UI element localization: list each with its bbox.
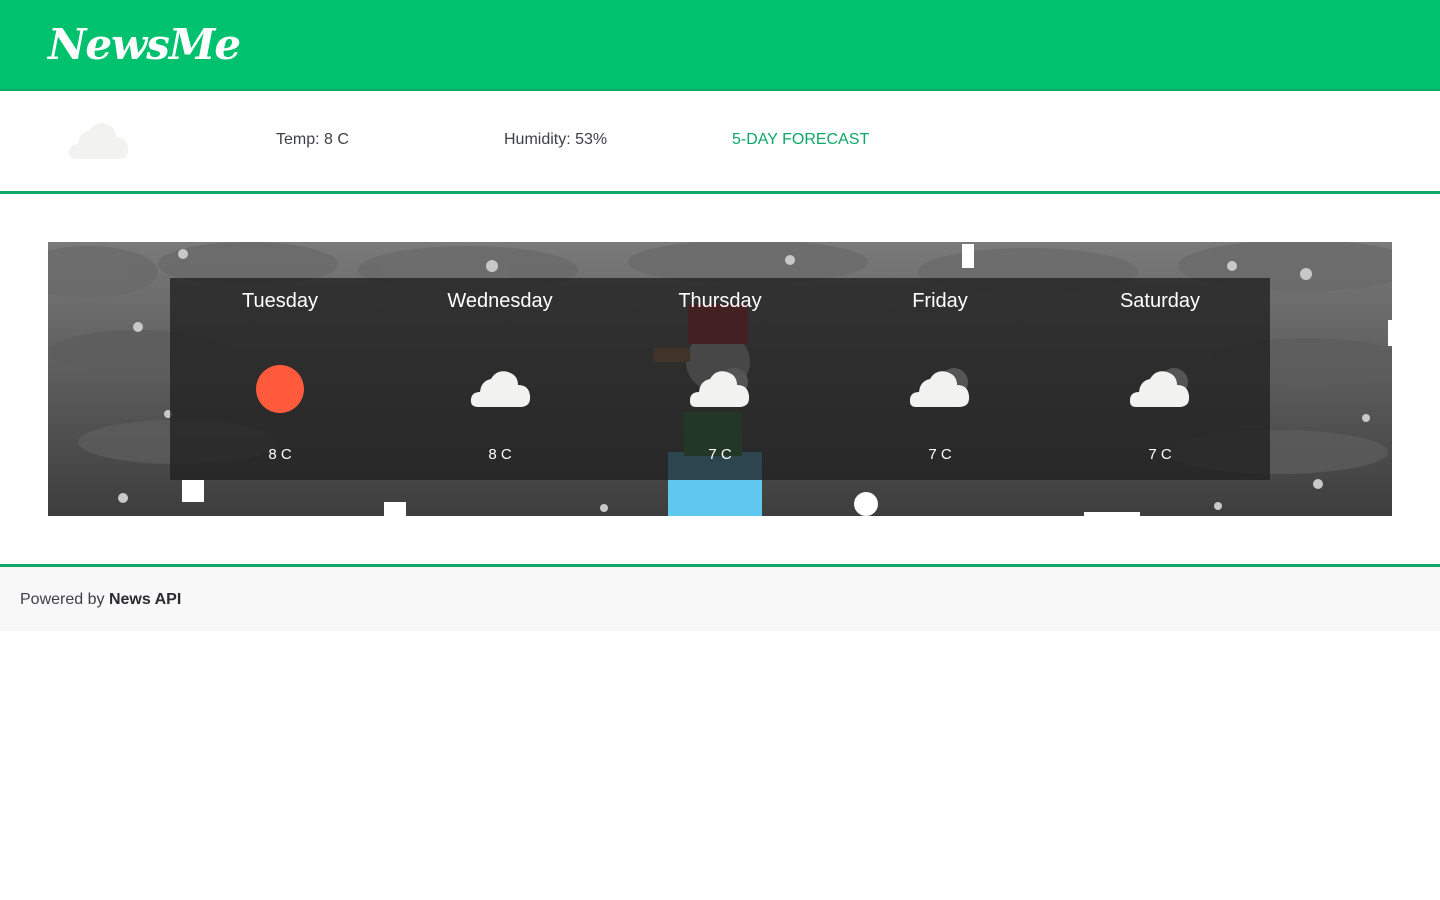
day-temp: 7 C [1148, 446, 1172, 463]
forecast-day: Thursday 7 C [610, 278, 830, 480]
forecast-days: Tuesday 8 C Wednesday 8 C Thursday 7 C F… [170, 278, 1270, 480]
sun-icon [256, 365, 304, 413]
day-name: Thursday [678, 290, 762, 312]
app-header: NewsMe [0, 0, 1440, 91]
forecast-day: Tuesday 8 C [170, 278, 390, 480]
footer-prefix: Powered by [20, 591, 109, 608]
day-temp: 7 C [928, 446, 952, 463]
cloudy-icon [910, 368, 970, 407]
day-temp: 7 C [708, 446, 732, 463]
footer-credit: Powered by News API [20, 591, 181, 609]
day-temp: 8 C [488, 446, 512, 463]
day-temp: 8 C [268, 446, 292, 463]
news-api-link[interactable]: News API [109, 591, 181, 608]
cloud-icon [68, 123, 129, 159]
cloudy-icon [690, 368, 750, 407]
app-logo[interactable]: NewsMe [48, 20, 241, 69]
forecast-panel: Tuesday 8 C Wednesday 8 C Thursday 7 C F… [48, 242, 1392, 516]
current-humidity: Humidity: 53% [504, 131, 608, 148]
day-name: Tuesday [242, 290, 318, 312]
five-day-forecast-link[interactable]: 5-DAY FORECAST [732, 131, 869, 149]
forecast-day: Wednesday 8 C [390, 278, 610, 480]
day-name: Saturday [1119, 290, 1201, 312]
forecast-day: Friday 7 C [830, 278, 1050, 480]
day-name: Wednesday [447, 290, 553, 312]
cloud-icon [470, 371, 531, 407]
footer: Powered by News API [0, 564, 1440, 631]
current-weather-bar: Temp: 8 C Humidity: 53% 5-DAY FORECAST [0, 91, 1440, 194]
cloudy-icon [1130, 368, 1190, 407]
day-name: Friday [912, 290, 968, 312]
forecast-day: Saturday 7 C [1050, 278, 1270, 480]
current-temp: Temp: 8 C [276, 131, 349, 148]
